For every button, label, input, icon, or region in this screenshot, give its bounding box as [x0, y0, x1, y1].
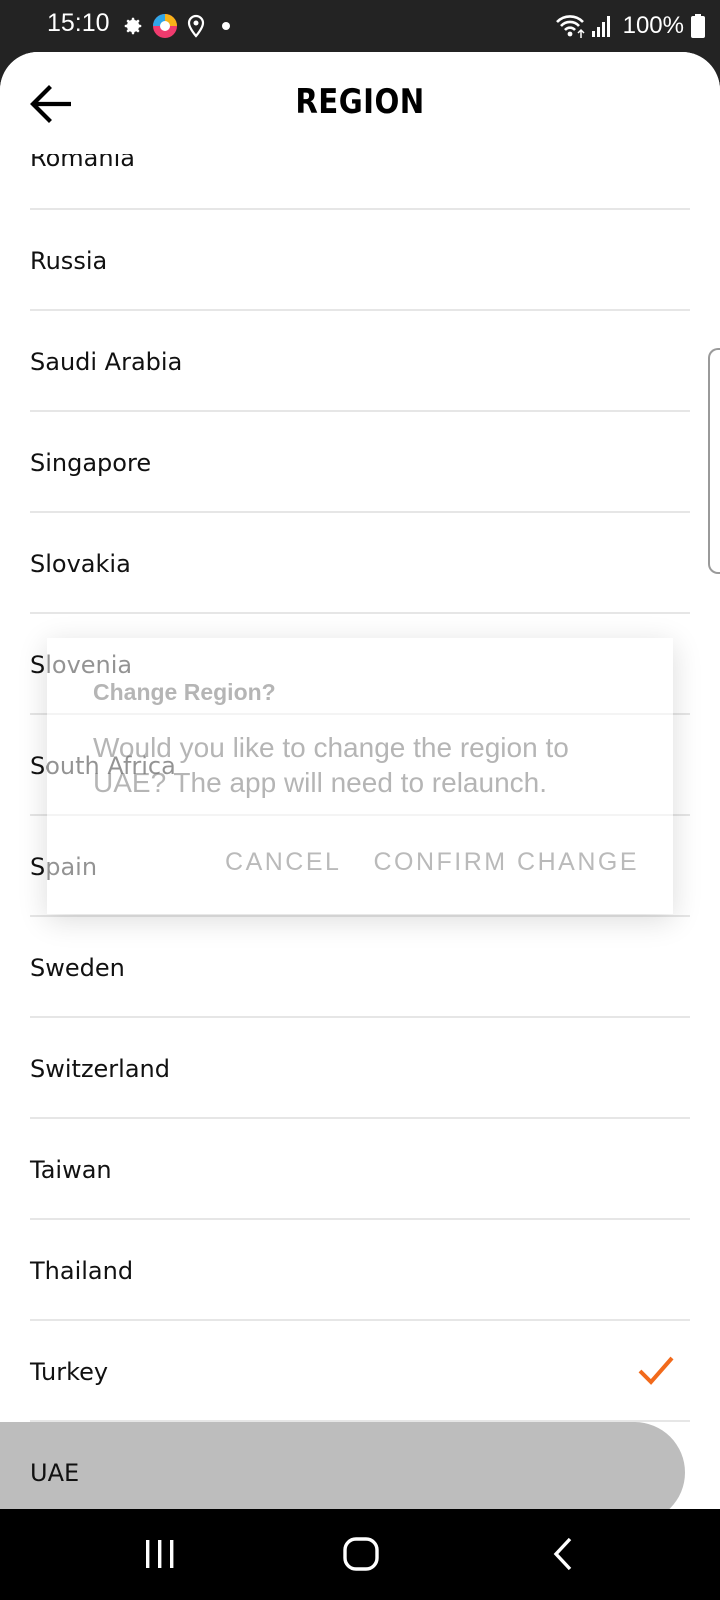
- region-row[interactable]: Taiwan: [0, 1119, 720, 1220]
- page-title: REGION: [295, 82, 425, 122]
- cancel-button[interactable]: CANCEL: [225, 848, 341, 877]
- region-row[interactable]: Singapore: [0, 412, 720, 513]
- back-icon: [553, 1537, 572, 1571]
- region-label: Turkey: [30, 1357, 109, 1386]
- press-highlight: [0, 1422, 685, 1509]
- region-row[interactable]: Turkey: [0, 1321, 720, 1422]
- region-row[interactable]: Sweden: [0, 917, 720, 1018]
- confirm-change-button[interactable]: CONFIRM CHANGE: [373, 848, 639, 877]
- dialog-message: Would you like to change the region to U…: [93, 732, 569, 798]
- signal-icon: [591, 16, 610, 37]
- system-nav-bar: [0, 1509, 720, 1600]
- battery-percentage: 100%: [622, 12, 684, 39]
- region-label: Slovakia: [30, 549, 131, 578]
- region-row[interactable]: Slovakia: [0, 513, 720, 614]
- region-label: Singapore: [30, 448, 152, 477]
- app-ball-icon: [153, 14, 177, 38]
- wifi-icon: [555, 15, 585, 38]
- region-label: Switzerland: [30, 1054, 170, 1083]
- checkmark-icon: [638, 1356, 674, 1385]
- region-screen: REGION Romania Russia Saudi Arabia Singapor…: [0, 52, 720, 1509]
- notification-icons: [122, 12, 234, 40]
- system-icons: 100%: [555, 10, 706, 42]
- dot-icon: [222, 22, 230, 30]
- recents-button[interactable]: [130, 1529, 190, 1579]
- region-label: Thailand: [30, 1256, 134, 1285]
- region-label: UAE: [30, 1458, 80, 1487]
- dialog-title: Change Region?: [93, 679, 276, 705]
- region-row[interactable]: Saudi Arabia: [0, 311, 720, 412]
- region-row[interactable]: Thailand: [0, 1220, 720, 1321]
- dialog-actions: CANCEL CONFIRM CHANGE: [225, 848, 639, 877]
- region-label: Russia: [30, 246, 108, 275]
- region-label: Taiwan: [30, 1155, 112, 1184]
- status-bar: 15:10 100%: [0, 0, 720, 52]
- recents-icon: [146, 1540, 174, 1568]
- region-label: Saudi Arabia: [30, 347, 183, 376]
- region-label: Sweden: [30, 953, 125, 982]
- app-header: REGION: [0, 52, 720, 154]
- region-row[interactable]: Switzerland: [0, 1018, 720, 1119]
- clock: 15:10: [47, 9, 110, 37]
- region-row[interactable]: UAE: [0, 1422, 720, 1509]
- change-region-dialog: Change Region? Would you like to change …: [47, 638, 673, 914]
- region-row[interactable]: Russia: [0, 210, 720, 311]
- scrollbar-thumb[interactable]: [708, 348, 720, 574]
- home-button[interactable]: [331, 1529, 391, 1579]
- location-icon: [187, 14, 205, 38]
- settings-icon: [124, 17, 142, 35]
- battery-icon: [691, 14, 705, 38]
- home-icon: [343, 1537, 379, 1571]
- nav-back-button[interactable]: [533, 1529, 593, 1579]
